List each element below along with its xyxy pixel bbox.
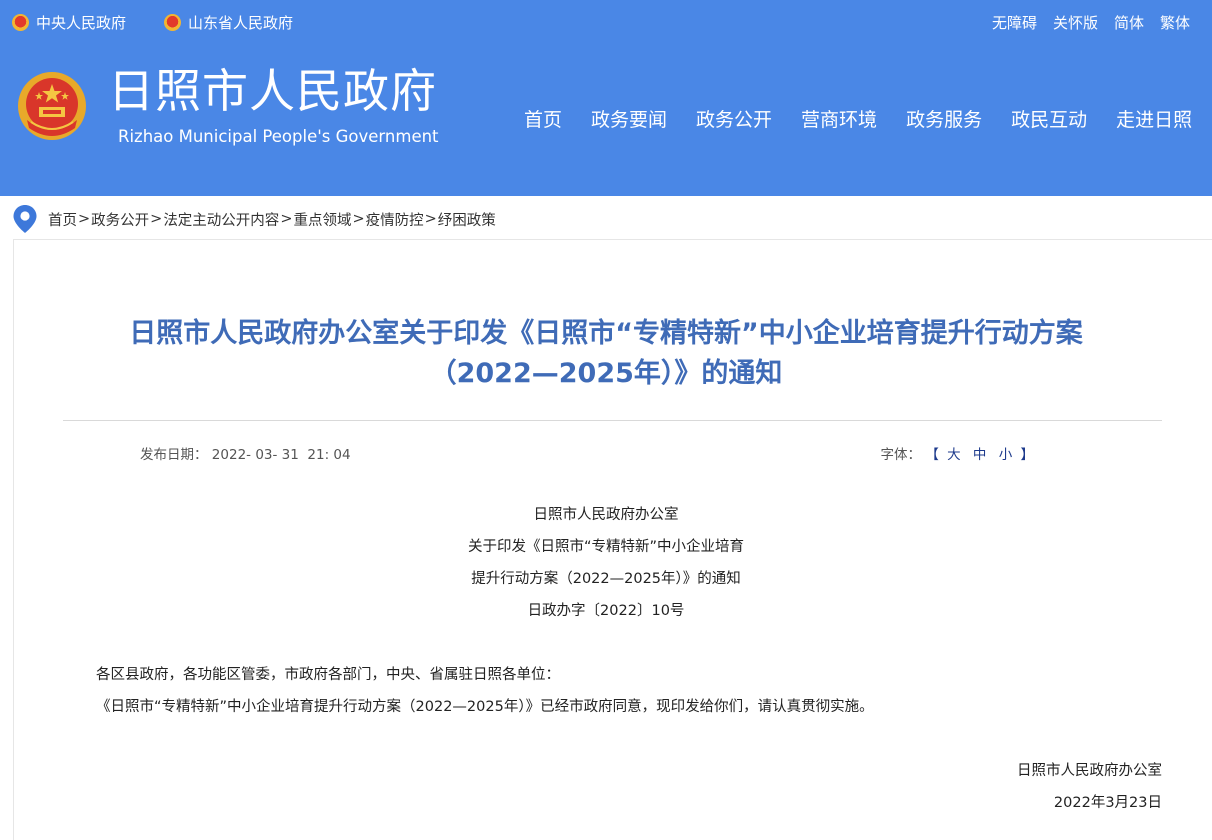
nav-item-gov-services[interactable]: 政务服务: [906, 105, 982, 132]
breadcrumb-separator: >: [78, 211, 91, 227]
title-divider: [63, 420, 1162, 421]
signature-issuer: 日照市人民政府办公室: [1017, 763, 1162, 779]
main-nav: 首页 政务要闻 政务公开 营商环境 政务服务 政民互动 走进日照: [524, 105, 1192, 132]
breadcrumb: 首页 > 政务公开 > 法定主动公开内容 > 重点领域 > 疫情防控 > 纾困政…: [12, 204, 496, 234]
doc-header-title-line-1: 关于印发《日照市“专精特新”中小企业培育: [467, 539, 745, 555]
font-size-medium[interactable]: 中: [973, 447, 987, 463]
national-emblem-logo-icon[interactable]: [17, 70, 87, 142]
breadcrumb-separator: >: [424, 211, 437, 227]
top-utility-links: 无障碍 关怀版 简体 繁体: [992, 12, 1190, 33]
breadcrumb-relief-policy[interactable]: 纾困政策: [438, 209, 496, 230]
traditional-chinese-link[interactable]: 繁体: [1160, 12, 1190, 33]
nav-item-about-rizhao[interactable]: 走进日照: [1116, 105, 1192, 132]
breadcrumb-gov-openness[interactable]: 政务公开: [91, 209, 149, 230]
nav-item-gov-openness[interactable]: 政务公开: [696, 105, 772, 132]
national-emblem-icon: [164, 14, 181, 31]
article-title: 日照市人民政府办公室关于印发《日照市“专精特新”中小企业培育提升行动方案 （20…: [0, 314, 1212, 394]
site-title: 日照市人民政府: [108, 64, 437, 118]
location-pin-icon: [13, 205, 37, 233]
central-gov-link[interactable]: 中央人民政府: [12, 12, 126, 33]
breadcrumb-home[interactable]: 首页: [48, 209, 77, 230]
national-emblem-icon: [12, 14, 29, 31]
shandong-gov-link-label: 山东省人民政府: [188, 14, 294, 32]
doc-number: 日政办字〔2022〕10号: [527, 603, 685, 619]
font-size-bracket-close: 】: [1020, 447, 1035, 463]
font-size-bracket-open: 【: [925, 447, 939, 463]
elder-care-mode-link[interactable]: 关怀版: [1053, 12, 1098, 33]
breadcrumb-epidemic-control[interactable]: 疫情防控: [366, 209, 424, 230]
nav-item-interaction[interactable]: 政民互动: [1011, 105, 1087, 132]
nav-item-gov-news[interactable]: 政务要闻: [591, 105, 667, 132]
body-paragraph: 《日照市“专精特新”中小企业培育提升行动方案（2022—2025年）》已经市政府…: [96, 699, 874, 715]
publish-label: 发布日期：: [140, 447, 208, 463]
font-size-small[interactable]: 小: [999, 447, 1013, 463]
breadcrumb-separator: >: [352, 211, 365, 227]
signature-date: 2022年3月23日: [1053, 795, 1162, 811]
shandong-gov-link[interactable]: 山东省人民政府: [164, 12, 293, 33]
breadcrumb-statutory-disclosure[interactable]: 法定主动公开内容: [163, 209, 279, 230]
breadcrumb-separator: >: [150, 211, 163, 227]
breadcrumb-separator: >: [280, 211, 293, 227]
font-size-label: 字体：: [880, 447, 922, 463]
breadcrumb-key-areas[interactable]: 重点领域: [293, 209, 351, 230]
article-title-line-1: 日照市人民政府办公室关于印发《日照市“专精特新”中小企业培育提升行动方案: [129, 318, 1083, 349]
font-size-switcher: 字体： 【 大 中 小 】: [881, 443, 1034, 463]
nav-item-business-env[interactable]: 营商环境: [801, 105, 877, 132]
salutation: 各区县政府，各功能区管委，市政府各部门，中央、省属驻日照各单位：: [96, 667, 560, 683]
publish-date: 2022- 03- 31 21: 04: [211, 447, 351, 463]
simplified-chinese-link[interactable]: 简体: [1114, 12, 1144, 33]
doc-header-title-line-2: 提升行动方案（2022—2025年）》的通知: [471, 571, 741, 587]
site-subtitle: Rizhao Municipal People's Government: [118, 127, 439, 146]
publish-info: 发布日期： 2022- 03- 31 21: 04: [140, 443, 351, 463]
font-size-large[interactable]: 大: [947, 447, 961, 463]
nav-item-home[interactable]: 首页: [524, 105, 562, 132]
accessibility-link[interactable]: 无障碍: [992, 12, 1037, 33]
doc-header-issuer: 日照市人民政府办公室: [533, 507, 679, 523]
central-gov-link-label: 中央人民政府: [36, 14, 127, 32]
article-title-line-2: （2022—2025年）》的通知: [429, 358, 783, 389]
site-header: 中央人民政府 山东省人民政府 无障碍 关怀版 简体 繁体 日照市人民政府 Riz…: [0, 0, 1212, 196]
